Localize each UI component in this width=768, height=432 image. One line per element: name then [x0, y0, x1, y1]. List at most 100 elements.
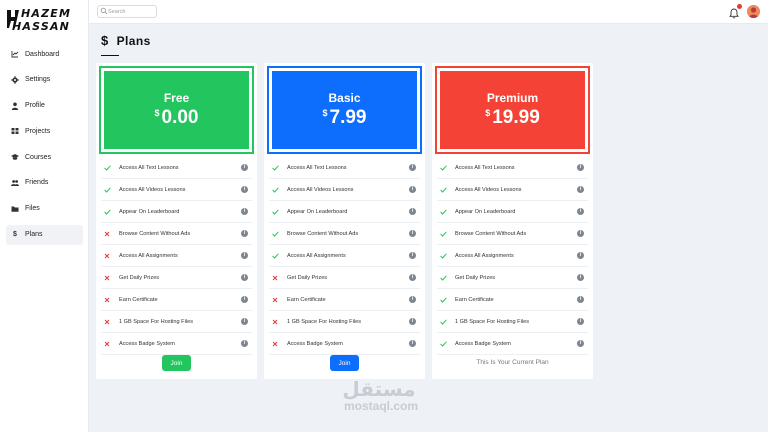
feature-list: Access All Text Lessons i Access All Video…	[269, 157, 420, 355]
feature-row: Get Daily Prizes i	[101, 267, 252, 289]
info-icon[interactable]: i	[409, 274, 416, 281]
sidebar-item-label: Settings	[25, 76, 51, 84]
sidebar: HAZEM HASSAN Dashboard Settings Profile	[0, 0, 89, 432]
sidebar-item-profile[interactable]: Profile	[6, 96, 83, 116]
info-icon[interactable]: i	[241, 230, 248, 237]
info-icon[interactable]: i	[241, 296, 248, 303]
feature-text: Access All Videos Lessons	[455, 186, 522, 193]
info-icon[interactable]: i	[241, 208, 248, 215]
plan-price: $ 19.99	[485, 107, 540, 129]
notifications-button[interactable]	[729, 4, 742, 19]
info-icon[interactable]: i	[577, 274, 584, 281]
projects-icon	[11, 127, 19, 135]
info-icon[interactable]: i	[409, 208, 416, 215]
plan-header-basic: Basic $ 7.99	[267, 66, 422, 154]
sidebar-item-projects[interactable]: Projects	[6, 121, 83, 141]
price-value: 19.99	[492, 107, 540, 128]
sidebar-item-label: Files	[25, 205, 40, 213]
info-icon[interactable]: i	[409, 296, 416, 303]
feature-text: Appear On Leaderboard	[455, 208, 516, 215]
logo[interactable]: HAZEM HASSAN	[6, 6, 86, 36]
currency-symbol: $	[322, 108, 328, 118]
info-icon[interactable]: i	[577, 318, 584, 325]
avatar[interactable]	[747, 5, 760, 18]
feature-text: Earn Certificate	[287, 296, 326, 303]
feature-row: Browse Content Without Ads i	[437, 223, 588, 245]
cross-icon	[104, 341, 114, 347]
sidebar-item-files[interactable]: Files	[6, 199, 83, 219]
sidebar-item-friends[interactable]: Friends	[6, 173, 83, 193]
sidebar-item-courses[interactable]: Courses	[6, 147, 83, 167]
info-icon[interactable]: i	[241, 164, 248, 171]
feature-text: Appear On Leaderboard	[119, 208, 180, 215]
info-icon[interactable]: i	[241, 318, 248, 325]
cross-icon	[104, 297, 114, 303]
watermark-latin: mostaql.com	[344, 399, 419, 413]
currency-symbol: $	[154, 108, 160, 118]
search-box[interactable]	[97, 5, 157, 18]
logo-text-line1: HAZEM	[21, 7, 72, 20]
cross-icon	[272, 275, 282, 281]
info-icon[interactable]: i	[241, 340, 248, 347]
sidebar-item-label: Profile	[25, 102, 45, 110]
plan-name: Basic	[328, 91, 361, 105]
sidebar-item-label: Courses	[25, 153, 52, 161]
join-button[interactable]: Join	[162, 355, 191, 371]
info-icon[interactable]: i	[577, 252, 584, 259]
join-button[interactable]: Join	[330, 355, 359, 371]
feature-row: Access All Text Lessons i	[269, 157, 420, 179]
check-icon	[440, 252, 450, 259]
sidebar-item-dashboard[interactable]: Dashboard	[6, 44, 83, 64]
feature-text: Access All Assignments	[119, 252, 178, 259]
info-icon[interactable]: i	[577, 186, 584, 193]
info-icon[interactable]: i	[577, 340, 584, 347]
info-icon[interactable]: i	[577, 164, 584, 171]
info-icon[interactable]: i	[409, 340, 416, 347]
info-icon[interactable]: i	[409, 318, 416, 325]
plan-name: Premium	[486, 91, 539, 105]
feature-row: Access All Text Lessons i	[437, 157, 588, 179]
feature-text: Get Daily Prizes	[287, 274, 328, 281]
check-icon	[272, 208, 282, 215]
feature-row: Appear On Leaderboard i	[101, 201, 252, 223]
info-icon[interactable]: i	[577, 230, 584, 237]
title-underline	[101, 55, 119, 56]
sidebar-item-settings[interactable]: Settings	[6, 70, 83, 90]
feature-list: Access All Text Lessons i Access All Video…	[101, 157, 252, 355]
logo-text-line2: HASSAN	[12, 20, 71, 33]
check-icon	[440, 186, 450, 193]
info-icon[interactable]: i	[409, 230, 416, 237]
info-icon[interactable]: i	[409, 186, 416, 193]
feature-row: Access All Assignments i	[101, 245, 252, 267]
sidebar-item-plans[interactable]: $ Plans	[6, 224, 83, 245]
check-icon	[440, 208, 450, 215]
sidebar-nav: Dashboard Settings Profile Projects Cour…	[6, 44, 83, 250]
feature-row: Access All Text Lessons i	[101, 157, 252, 179]
feature-row: Earn Certificate i	[269, 289, 420, 311]
info-icon[interactable]: i	[409, 164, 416, 171]
info-icon[interactable]: i	[409, 252, 416, 259]
check-icon	[440, 230, 450, 237]
sidebar-item-label: Friends	[25, 179, 49, 187]
plan-name: Free	[163, 91, 190, 105]
info-icon[interactable]: i	[241, 252, 248, 259]
feature-row: 1 GB Space For Hosting Files i	[437, 311, 588, 333]
feature-text: Access Badge System	[119, 340, 175, 347]
info-icon[interactable]: i	[577, 296, 584, 303]
bell-icon	[729, 8, 739, 19]
feature-row: Browse Content Without Ads i	[269, 223, 420, 245]
chart-icon	[11, 50, 19, 58]
price-value: 7.99	[329, 107, 367, 128]
feature-text: Access All Text Lessons	[455, 164, 515, 171]
info-icon[interactable]: i	[577, 208, 584, 215]
feature-text: Appear On Leaderboard	[287, 208, 348, 215]
info-icon[interactable]: i	[241, 274, 248, 281]
info-icon[interactable]: i	[241, 186, 248, 193]
sidebar-item-label: Projects	[25, 127, 51, 135]
cross-icon	[104, 319, 114, 325]
dollar-icon: $	[101, 33, 109, 48]
feature-text: Access All Assignments	[287, 252, 346, 259]
check-icon	[104, 186, 114, 193]
cross-icon	[272, 341, 282, 347]
feature-row: Access Badge System i	[269, 333, 420, 355]
